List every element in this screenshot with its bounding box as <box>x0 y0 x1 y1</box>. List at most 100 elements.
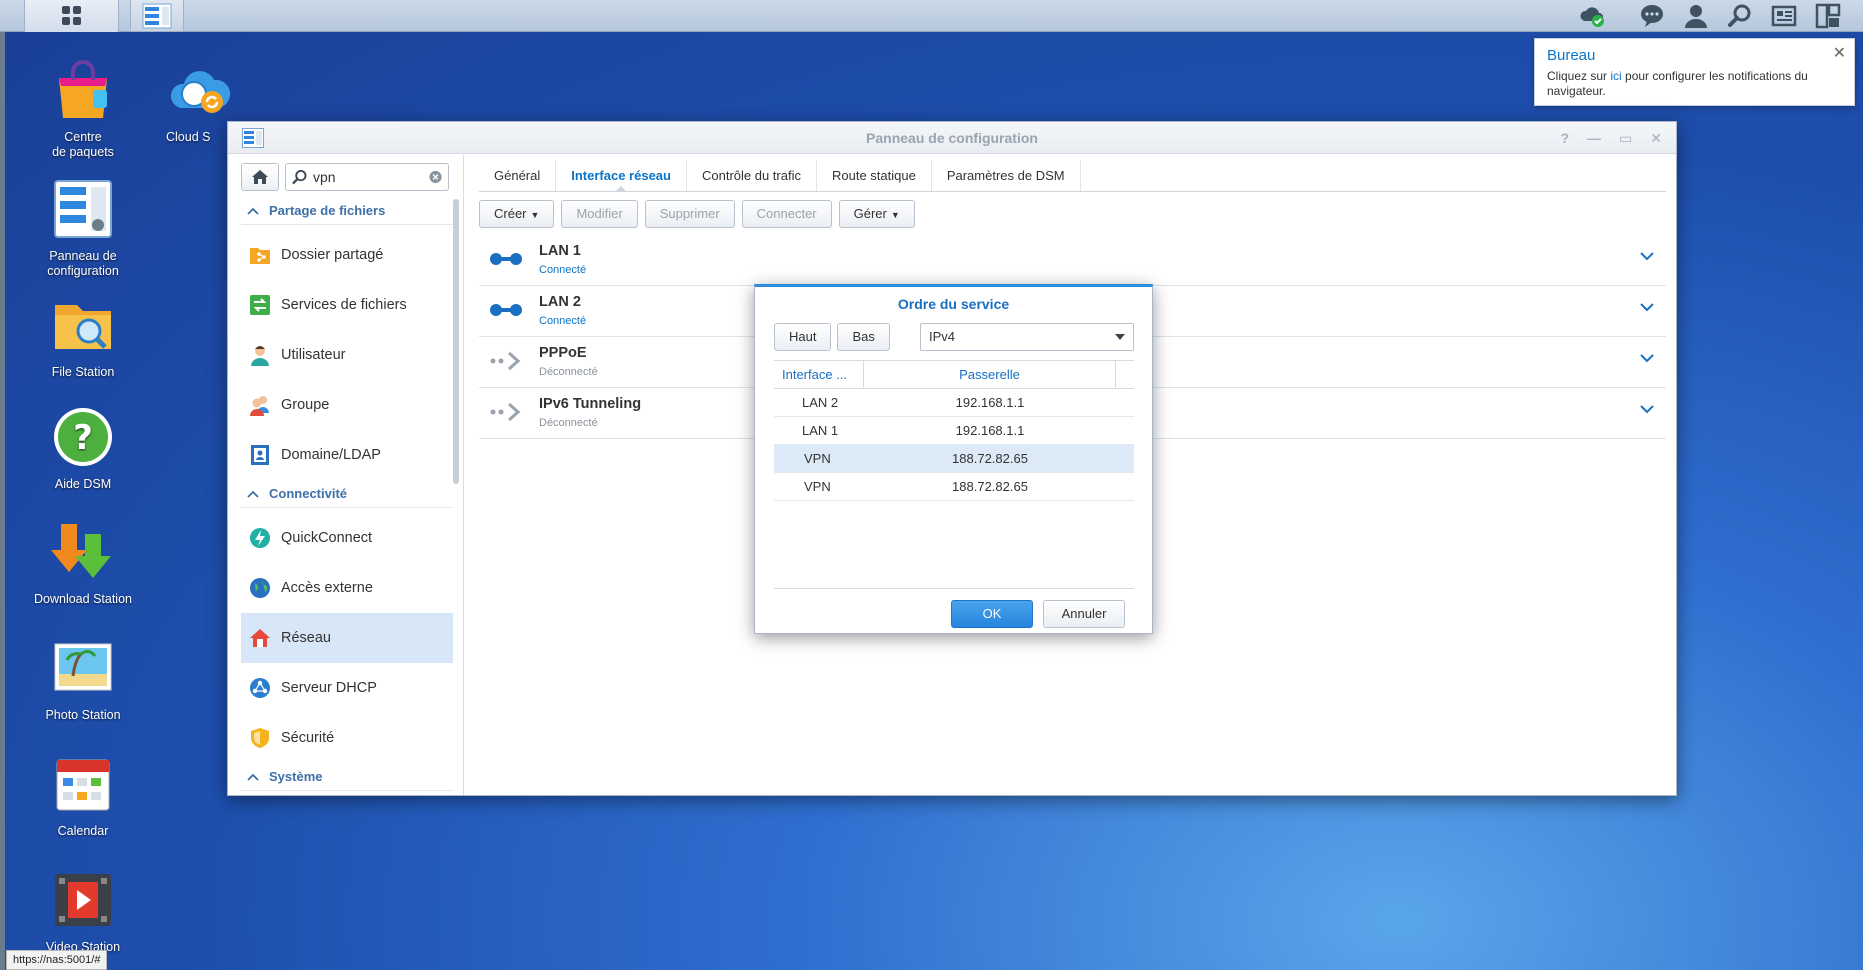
desktop-icon-dsm-help[interactable]: ? Aide DSM <box>23 405 143 492</box>
desktop-icon-label: de paquets <box>52 145 114 159</box>
connect-button[interactable]: Connecter <box>741 200 832 228</box>
desktop-icon-control-panel[interactable]: Panneau de configuration <box>23 177 143 279</box>
layout-icon <box>1815 3 1841 29</box>
sidebar-item-shared-folder[interactable]: Dossier partagé <box>241 230 453 280</box>
move-up-button[interactable]: Haut <box>774 323 832 351</box>
tab-general[interactable]: Général <box>479 160 557 191</box>
sidebar-item-security[interactable]: Sécurité <box>241 713 453 763</box>
chevron-down-icon[interactable] <box>1640 353 1654 363</box>
caret-down-icon: ▼ <box>890 210 900 220</box>
section-header-system[interactable]: Système <box>241 763 453 791</box>
manage-button[interactable]: Gérer ▼ <box>838 200 915 228</box>
interface-status: Déconnecté <box>539 417 598 429</box>
column-header-gateway[interactable]: Passerelle <box>864 361 1116 388</box>
notification-close-button[interactable]: ✕ <box>1833 43 1846 63</box>
user-icon <box>251 346 269 366</box>
window-titlebar[interactable]: Panneau de configuration ? — ▭ ✕ <box>228 122 1676 154</box>
svg-text:?: ? <box>73 418 93 458</box>
help-button[interactable]: ? <box>1560 122 1569 154</box>
browser-status-url: https://nas:5001/# <box>6 950 108 970</box>
maximize-button[interactable]: ▭ <box>1619 122 1632 154</box>
control-panel-icon <box>242 128 264 148</box>
desktop-icon-package-center[interactable]: Centre de paquets <box>23 58 143 160</box>
dialog-title: Ordre du service <box>897 296 1010 312</box>
home-icon <box>252 170 268 184</box>
chat-button[interactable] <box>1632 0 1672 32</box>
toolbar: Créer ▼ Modifier Supprimer Connecter Gére… <box>479 200 915 228</box>
sidebar-item-domain-ldap[interactable]: Domaine/LDAP <box>241 430 453 480</box>
home-button[interactable] <box>241 163 279 191</box>
sidebar-item-quickconnect[interactable]: QuickConnect <box>241 513 453 563</box>
shopping-bag-icon <box>59 60 107 118</box>
move-down-button[interactable]: Bas <box>837 323 890 351</box>
table-row[interactable]: VPN 188.72.82.65 <box>774 473 1134 501</box>
sidebar-item-label: Services de fichiers <box>281 297 407 313</box>
cloud-status-button[interactable] <box>1572 0 1612 32</box>
clear-search-icon[interactable] <box>429 170 442 184</box>
sidebar-item-dhcp-server[interactable]: Serveur DHCP <box>241 663 453 713</box>
shield-icon <box>251 728 269 748</box>
desktop-icon-label: Aide DSM <box>54 477 112 491</box>
desktop-icon-file-station[interactable]: File Station <box>23 293 143 380</box>
section-header-file-sharing[interactable]: Partage de fichiers <box>241 197 453 225</box>
create-button[interactable]: Créer ▼ <box>479 200 555 228</box>
chevron-down-icon[interactable] <box>1640 251 1654 261</box>
widgets-button[interactable] <box>1764 0 1804 32</box>
dialog-divider <box>774 588 1134 589</box>
video-icon <box>55 874 111 926</box>
search-button[interactable] <box>1720 0 1760 32</box>
desktop-icon-photo-station[interactable]: Photo Station <box>23 636 143 723</box>
sidebar-search-row <box>241 163 449 191</box>
sidebar-search-input[interactable] <box>312 169 423 185</box>
sidebar-item-external-access[interactable]: Accès externe <box>241 563 453 613</box>
taskbar-control-panel[interactable] <box>130 0 184 32</box>
chevron-down-icon[interactable] <box>1640 404 1654 414</box>
ok-button[interactable]: OK <box>951 600 1033 628</box>
delete-button[interactable]: Supprimer <box>644 200 735 228</box>
notification-link[interactable]: ici <box>1610 69 1621 83</box>
sidebar-scrollbar[interactable] <box>453 199 459 484</box>
close-button[interactable]: ✕ <box>1650 122 1662 154</box>
cancel-button[interactable]: Annuler <box>1043 600 1125 628</box>
sidebar-item-group[interactable]: Groupe <box>241 380 453 430</box>
tab-static-route[interactable]: Route statique <box>817 160 932 191</box>
grid-menu-icon <box>61 6 81 25</box>
section-header-connectivity[interactable]: Connectivité <box>241 480 453 508</box>
desktop-icon-label: Centre <box>64 130 102 144</box>
window-controls: ? — ▭ ✕ <box>1560 122 1662 154</box>
table-row[interactable]: LAN 2 192.168.1.1 <box>774 389 1134 417</box>
cell-interface: LAN 1 <box>802 423 839 438</box>
lan-connected-icon <box>490 304 522 316</box>
sidebar-item-file-services[interactable]: Services de fichiers <box>241 280 453 330</box>
column-header-interface[interactable]: Interface ... <box>774 361 864 388</box>
interface-row[interactable]: LAN 1 Connecté <box>479 235 1666 286</box>
modify-button[interactable]: Modifier <box>561 200 638 228</box>
layout-button[interactable] <box>1808 0 1848 32</box>
sidebar-search-box[interactable] <box>285 163 449 191</box>
tab-traffic-control[interactable]: Contrôle du trafic <box>687 160 817 191</box>
main-menu-button[interactable] <box>24 0 119 32</box>
user-button[interactable] <box>1676 0 1716 32</box>
tab-dsm-settings[interactable]: Paramètres de DSM <box>932 160 1081 191</box>
notification-text: Cliquez sur ici pour configurer les noti… <box>1547 69 1842 99</box>
sidebar-item-user[interactable]: Utilisateur <box>241 330 453 380</box>
disconnected-icon <box>490 402 521 422</box>
protocol-select[interactable]: IPv4 <box>920 323 1134 351</box>
desktop-icon-calendar[interactable]: Calendar <box>23 752 143 839</box>
dropdown-arrow-icon <box>1115 334 1125 345</box>
desktop-icon-label: Calendar <box>57 824 109 838</box>
table-row[interactable]: LAN 1 192.168.1.1 <box>774 417 1134 445</box>
tab-network-interface[interactable]: Interface réseau <box>556 160 687 192</box>
desktop-icon-video-station[interactable]: Video Station <box>23 868 143 955</box>
sidebar-item-network[interactable]: Réseau <box>241 613 453 663</box>
chevron-up-icon <box>247 207 259 215</box>
table-row-selected[interactable]: VPN 188.72.82.65 <box>774 445 1134 473</box>
cell-gateway: 188.72.82.65 <box>952 479 1028 494</box>
desktop-icon-download-station[interactable]: Download Station <box>23 520 143 607</box>
sidebar-list: Partage de fichiers Dossier partagé Serv… <box>241 197 453 796</box>
chevron-down-icon[interactable] <box>1640 302 1654 312</box>
minimize-button[interactable]: — <box>1587 122 1601 154</box>
sidebar-item-label: Domaine/LDAP <box>281 447 381 463</box>
service-order-table: Interface ... Passerelle LAN 2 192.168.1… <box>774 360 1134 501</box>
cell-interface: LAN 2 <box>802 395 839 410</box>
